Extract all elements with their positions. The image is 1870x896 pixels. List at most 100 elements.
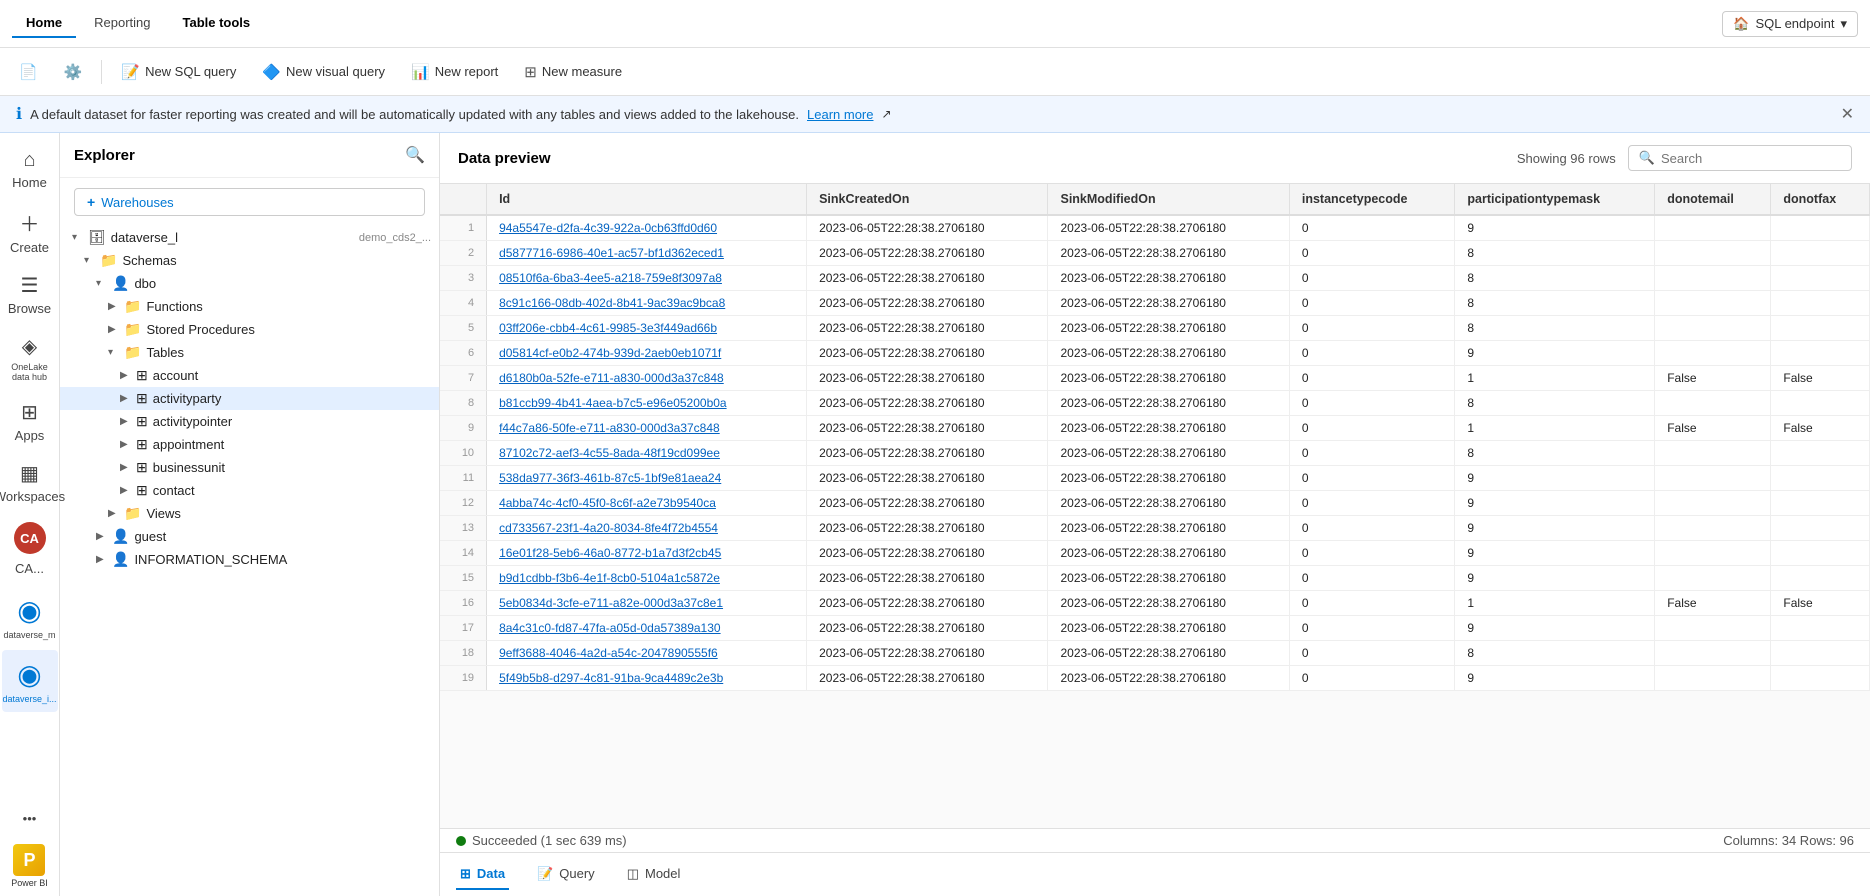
table-wrapper[interactable]: Id SinkCreatedOn SinkModifiedOn instance… (440, 184, 1870, 828)
search-box[interactable]: 🔍 (1628, 145, 1852, 171)
tab-model[interactable]: ◫ Model (623, 860, 685, 890)
cell-sinkmodifiedon: 2023-06-05T22:28:38.2706180 (1048, 666, 1289, 691)
col-id-header[interactable]: Id (487, 184, 807, 215)
tree-tables[interactable]: ▾ 📁 Tables (60, 341, 439, 364)
new-visual-query-button[interactable]: 🔷 New visual query (251, 57, 396, 87)
table-row[interactable]: 1 94a5547e-d2fa-4c39-922a-0cb63ffd0d60 2… (440, 215, 1870, 241)
table-row[interactable]: 16 5eb0834d-3cfe-e711-a82e-000d3a37c8e1 … (440, 591, 1870, 616)
cell-sinkcreatedon: 2023-06-05T22:28:38.2706180 (807, 241, 1048, 266)
cell-sinkcreatedon: 2023-06-05T22:28:38.2706180 (807, 591, 1048, 616)
tree-dbo[interactable]: ▾ 👤 dbo (60, 272, 439, 295)
toolbar-btn-1[interactable]: 📄 (8, 57, 49, 87)
table-row[interactable]: 9 f44c7a86-50fe-e711-a830-000d3a37c848 2… (440, 416, 1870, 441)
toolbar-settings-btn[interactable]: ⚙️ (53, 57, 94, 87)
cell-donotemail (1655, 241, 1771, 266)
cell-donotemail (1655, 516, 1771, 541)
table-row[interactable]: 7 d6180b0a-52fe-e711-a830-000d3a37c848 2… (440, 366, 1870, 391)
tree-root[interactable]: ▾ 🗄 dataverse_l demo_cds2_... (60, 226, 439, 249)
col-participationtypemask-header[interactable]: participationtypemask (1455, 184, 1655, 215)
table-row[interactable]: 12 4abba74c-4cf0-45f0-8c6f-a2e73b9540ca … (440, 491, 1870, 516)
row-number: 1 (440, 215, 487, 241)
apps-icon: ⊞ (21, 400, 38, 425)
table-row[interactable]: 19 5f49b5b8-d297-4c81-91ba-9ca4489c2e3b … (440, 666, 1870, 691)
search-input[interactable] (1661, 151, 1841, 166)
table-row[interactable]: 5 03ff206e-cbb4-4c61-9985-3e3f449ad66b 2… (440, 316, 1870, 341)
cell-id: b81ccb99-4b41-4aea-b7c5-e96e05200b0a (487, 391, 807, 416)
learn-more-link[interactable]: Learn more (807, 107, 873, 122)
cell-donotemail (1655, 291, 1771, 316)
col-donotemail-header[interactable]: donotemail (1655, 184, 1771, 215)
new-sql-query-button[interactable]: 📝 New SQL query (110, 57, 247, 87)
nav-more-button[interactable]: ••• (2, 803, 58, 834)
nav-item-home[interactable]: ⌂ Home (2, 141, 58, 198)
nav-item-workspaces[interactable]: ▦ Workspaces (2, 453, 58, 512)
col-instancetypecode-header[interactable]: instancetypecode (1289, 184, 1455, 215)
row-number: 10 (440, 441, 487, 466)
cell-participation: 9 (1455, 616, 1655, 641)
col-donotfax-header[interactable]: donotfax (1771, 184, 1870, 215)
tab-query[interactable]: 📝 Query (533, 860, 599, 890)
tree-views[interactable]: ▶ 📁 Views (60, 502, 439, 525)
dataverse-i-icon: ◉ (17, 658, 41, 691)
views-chevron-icon: ▶ (108, 508, 124, 519)
cell-sinkmodifiedon: 2023-06-05T22:28:38.2706180 (1048, 416, 1289, 441)
search-icon: 🔍 (1639, 150, 1655, 166)
nav-item-onelake[interactable]: ◈ OneLake data hub (2, 326, 58, 390)
nav-item-browse[interactable]: ☰ Browse (2, 265, 58, 324)
table-row[interactable]: 18 9eff3688-4046-4a2d-a54c-2047890555f6 … (440, 641, 1870, 666)
cell-id: f44c7a86-50fe-e711-a830-000d3a37c848 (487, 416, 807, 441)
data-meta: Showing 96 rows 🔍 (1517, 145, 1852, 171)
row-number: 13 (440, 516, 487, 541)
cell-instancetypecode: 0 (1289, 666, 1455, 691)
col-sinkcreatedon-header[interactable]: SinkCreatedOn (807, 184, 1048, 215)
sql-endpoint-button[interactable]: 🏠 SQL endpoint ▾ (1722, 11, 1858, 37)
nav-item-ca[interactable]: CA CA... (2, 514, 58, 584)
tree-table-activityparty[interactable]: ▶ ⊞ activityparty (60, 387, 439, 410)
cell-sinkmodifiedon: 2023-06-05T22:28:38.2706180 (1048, 616, 1289, 641)
cell-donotfax: False (1771, 591, 1870, 616)
cell-donotemail: False (1655, 416, 1771, 441)
tab-data[interactable]: ⊞ Data (456, 860, 509, 890)
table-row[interactable]: 11 538da977-36f3-461b-87c5-1bf9e81aea24 … (440, 466, 1870, 491)
table-row[interactable]: 17 8a4c31c0-fd87-47fa-a05d-0da57389a130 … (440, 616, 1870, 641)
new-measure-button[interactable]: ⊞ New measure (513, 57, 633, 87)
tree-table-contact[interactable]: ▶ ⊞ contact (60, 479, 439, 502)
table-row[interactable]: 2 d5877716-6986-40e1-ac57-bf1d362eced1 2… (440, 241, 1870, 266)
row-number: 6 (440, 341, 487, 366)
nav-item-create[interactable]: ＋ Create (2, 200, 58, 263)
banner-close-button[interactable]: ✕ (1841, 104, 1854, 124)
cell-instancetypecode: 0 (1289, 591, 1455, 616)
table-row[interactable]: 10 87102c72-aef3-4c55-8ada-48f19cd099ee … (440, 441, 1870, 466)
tree-info-schema[interactable]: ▶ 👤 INFORMATION_SCHEMA (60, 548, 439, 571)
cell-participation: 1 (1455, 416, 1655, 441)
nav-item-apps[interactable]: ⊞ Apps (2, 392, 58, 451)
top-bar: Home Reporting Table tools 🏠 SQL endpoin… (0, 0, 1870, 48)
table-row[interactable]: 8 b81ccb99-4b41-4aea-b7c5-e96e05200b0a 2… (440, 391, 1870, 416)
table-row[interactable]: 4 8c91c166-08db-402d-8b41-9ac39ac9bca8 2… (440, 291, 1870, 316)
table-row[interactable]: 6 d05814cf-e0b2-474b-939d-2aeb0eb1071f 2… (440, 341, 1870, 366)
cell-donotemail (1655, 215, 1771, 241)
tree-stored-procedures[interactable]: ▶ 📁 Stored Procedures (60, 318, 439, 341)
tree-table-account[interactable]: ▶ ⊞ account (60, 364, 439, 387)
new-report-button[interactable]: 📊 New report (400, 57, 509, 87)
tree-table-activitypointer[interactable]: ▶ ⊞ activitypointer (60, 410, 439, 433)
nav-item-dataverse-i[interactable]: ◉ dataverse_i... (2, 650, 58, 712)
table-row[interactable]: 14 16e01f28-5eb6-46a0-8772-b1a7d3f2cb45 … (440, 541, 1870, 566)
query-tab-icon: 📝 (537, 866, 553, 882)
cell-donotemail (1655, 616, 1771, 641)
tab-home[interactable]: Home (12, 9, 76, 38)
tree-table-businessunit[interactable]: ▶ ⊞ businessunit (60, 456, 439, 479)
tree-guest[interactable]: ▶ 👤 guest (60, 525, 439, 548)
tree-schemas[interactable]: ▾ 📁 Schemas (60, 249, 439, 272)
tab-reporting[interactable]: Reporting (80, 9, 164, 38)
table-row[interactable]: 15 b9d1cdbb-f3b6-4e1f-8cb0-5104a1c5872e … (440, 566, 1870, 591)
tree-table-appointment[interactable]: ▶ ⊞ appointment (60, 433, 439, 456)
nav-item-dataverse-m[interactable]: ◉ dataverse_m (2, 586, 58, 648)
table-row[interactable]: 13 cd733567-23f1-4a20-8034-8fe4f72b4554 … (440, 516, 1870, 541)
col-sinkmodifiedon-header[interactable]: SinkModifiedOn (1048, 184, 1289, 215)
tab-table-tools[interactable]: Table tools (169, 9, 265, 38)
table-row[interactable]: 3 08510f6a-6ba3-4ee5-a218-759e8f3097a8 2… (440, 266, 1870, 291)
search-icon[interactable]: 🔍 (405, 145, 425, 165)
add-warehouse-button[interactable]: + Warehouses (74, 188, 425, 216)
tree-functions[interactable]: ▶ 📁 Functions (60, 295, 439, 318)
